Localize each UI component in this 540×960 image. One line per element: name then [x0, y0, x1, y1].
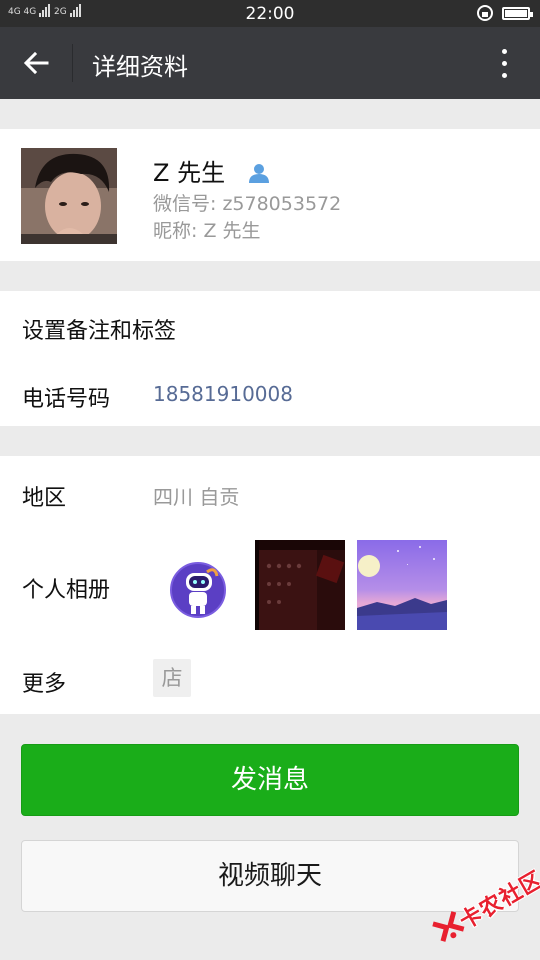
details-card: 地区 四川 自贡 个人相册 更多 店 — [0, 456, 540, 714]
contact-name: Z 先生 — [153, 159, 226, 187]
album-thumbnail-sunset[interactable] — [357, 540, 447, 630]
album-label: 个人相册 — [22, 578, 111, 603]
more-row[interactable]: 更多 — [0, 638, 540, 714]
album-thumbnail-dark[interactable] — [255, 540, 345, 630]
profile-card[interactable]: Z 先生 微信号: z578053572 昵称: Z 先生 — [0, 129, 540, 261]
remark-phone-card: 设置备注和标签 电话号码 18581910008 — [0, 291, 540, 426]
avatar[interactable] — [21, 148, 117, 244]
remark-tags-row[interactable]: 设置备注和标签 — [0, 291, 540, 359]
title-divider — [72, 44, 73, 82]
arrow-left-icon — [23, 51, 49, 75]
region-label: 地区 — [22, 486, 67, 511]
phone-row[interactable]: 电话号码 18581910008 — [0, 359, 540, 426]
store-icon[interactable]: 店 — [153, 659, 191, 697]
album-row[interactable]: 个人相册 — [0, 528, 540, 638]
remark-tags-label: 设置备注和标签 — [22, 319, 177, 344]
rotation-lock-icon — [477, 5, 493, 21]
title-bar: 详细资料 — [0, 27, 540, 99]
send-message-button[interactable]: 发消息 — [21, 744, 519, 816]
phone-number-link[interactable]: 18581910008 — [153, 382, 293, 406]
wechat-id: 微信号: z578053572 — [153, 193, 342, 215]
contact-name-row: Z 先生 — [153, 153, 271, 190]
battery-icon — [502, 7, 533, 20]
album-thumbnail-robot[interactable] — [153, 540, 243, 630]
more-button[interactable] — [488, 41, 520, 85]
more-label: 更多 — [22, 672, 67, 697]
region-value: 四川 自贡 — [153, 485, 240, 509]
phone-label: 电话号码 — [22, 387, 111, 412]
back-button[interactable] — [14, 41, 58, 85]
status-bar: 4G 4G 2G 22:00 — [0, 0, 540, 27]
nickname: 昵称: Z 先生 — [153, 220, 261, 242]
region-row: 地区 四川 自贡 — [0, 456, 540, 528]
status-time: 22:00 — [245, 4, 295, 24]
person-icon — [247, 162, 271, 190]
page-title: 详细资料 — [92, 53, 188, 81]
